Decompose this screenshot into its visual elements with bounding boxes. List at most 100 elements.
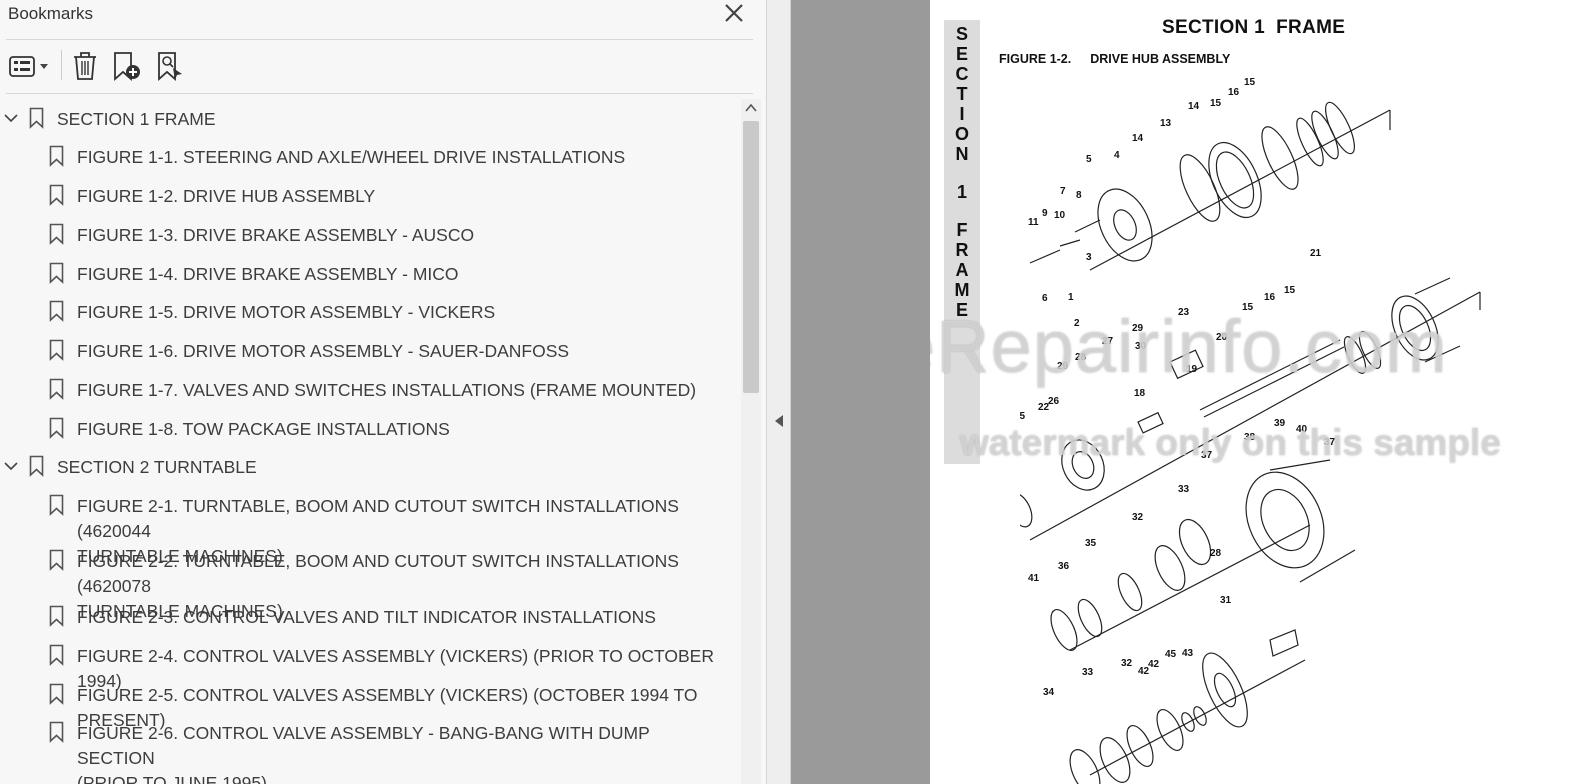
callout-label: 28: [1210, 548, 1222, 559]
callout-label: 37: [1324, 437, 1336, 448]
callout-label: 23: [1178, 307, 1190, 318]
callout-label: 37: [1201, 450, 1213, 461]
bookmark-label: SECTION 1 FRAME: [57, 109, 216, 129]
delete-bookmark-button[interactable]: [71, 50, 99, 82]
figure-caption: FIGURE 1-2. DRIVE HUB ASSEMBLY: [999, 52, 1230, 66]
callout-label: 9: [1042, 208, 1048, 219]
bookmark-icon: [49, 549, 64, 571]
chevron-down-icon[interactable]: [3, 109, 19, 127]
bookmarks-scrollbar[interactable]: [741, 99, 761, 784]
bookmark-icon: [49, 417, 64, 439]
bookmarks-toolbar: [0, 44, 767, 88]
callout-label: 15: [1242, 302, 1254, 313]
callout-label: 10: [1054, 210, 1066, 221]
callout-label: 35: [1085, 538, 1097, 549]
new-bookmark-icon: [114, 52, 140, 81]
callout-label: 5: [1086, 154, 1092, 165]
side-tab-letter: O: [954, 124, 969, 144]
callout-label: 30: [1135, 341, 1147, 352]
callout-label: 20: [1216, 332, 1228, 343]
callout-label: 21: [1310, 248, 1322, 259]
bookmark-icon: [49, 184, 64, 206]
section-side-tab: S E C T I O N 1 F R A M E: [944, 20, 980, 464]
callout-label: 1: [1068, 292, 1074, 303]
side-tab-letter: 1: [956, 182, 967, 202]
divider: [6, 39, 753, 40]
section-heading: SECTION 1 FRAME: [1162, 17, 1346, 38]
callout-label: 3: [1086, 252, 1092, 263]
callout-label: 11: [1028, 217, 1039, 228]
callout-label: 15: [1244, 77, 1256, 88]
callout-label: 38: [1244, 432, 1256, 443]
bookmark-label: FIGURE 2-6. CONTROL VALVE ASSEMBLY - BAN…: [77, 723, 650, 784]
bookmark-label: SECTION 2 TURNTABLE: [57, 457, 257, 477]
bookmark-label: FIGURE 1-3. DRIVE BRAKE ASSEMBLY - AUSCO: [77, 225, 475, 245]
callout-label: 42: [1148, 659, 1160, 670]
bookmark-icon: [29, 455, 44, 477]
bookmark-tree: SECTION 1 FRAME FIGURE 1-1. STEERING AND…: [0, 99, 741, 784]
side-tab-letter: A: [955, 260, 969, 280]
bookmark-icon: [49, 300, 64, 322]
new-bookmark-button[interactable]: [111, 50, 143, 82]
divider: [6, 93, 753, 94]
options-menu-button[interactable]: [8, 50, 52, 82]
callout-label: 40: [1296, 424, 1308, 435]
scroll-up-icon[interactable]: [745, 103, 757, 113]
panel-title: Bookmarks: [8, 4, 94, 23]
panel-splitter[interactable]: [767, 0, 791, 784]
callout-label: 7: [1060, 186, 1066, 197]
collapse-left-icon[interactable]: [774, 414, 784, 428]
bookmark-icon: [49, 683, 64, 705]
bookmark-label: FIGURE 1-6. DRIVE MOTOR ASSEMBLY - SAUER…: [77, 341, 570, 361]
side-tab-letter: C: [955, 64, 969, 84]
find-bookmark-button[interactable]: [155, 50, 187, 82]
callout-label: 18: [1134, 388, 1146, 399]
callout-label: 13: [1160, 118, 1172, 129]
trash-icon: [74, 52, 96, 80]
callout-label: 39: [1274, 418, 1286, 429]
toolbar-separator: [61, 50, 62, 80]
callout-label: 34: [1043, 687, 1055, 698]
side-tab-letter: E: [955, 300, 968, 320]
side-tab-letter: N: [955, 144, 969, 164]
figure-number: FIGURE 1-2.: [999, 52, 1072, 66]
find-bookmark-icon: [158, 52, 182, 81]
side-tab-letter: S: [955, 24, 968, 44]
side-tab-letter: T: [956, 84, 968, 104]
document-page: S E C T I O N 1 F R A M E SECTION 1 FRAM…: [930, 0, 1581, 784]
callout-label: 14: [1188, 101, 1200, 112]
callout-label: 33: [1082, 667, 1094, 678]
list-options-icon: [9, 56, 48, 77]
callout-label: 31: [1220, 595, 1232, 606]
callout-label: 4: [1114, 150, 1120, 161]
side-tab-letter: F: [956, 220, 968, 240]
callout-label: 15: [1210, 98, 1222, 109]
chevron-down-icon[interactable]: [3, 457, 19, 475]
document-background: [791, 0, 930, 784]
scrollbar-thumb[interactable]: [743, 121, 759, 393]
bookmark-icon: [49, 605, 64, 627]
callout-label: 41: [1028, 573, 1040, 584]
bookmark-icon: [49, 339, 64, 361]
callout-label: 15: [1284, 285, 1296, 296]
bookmark-label: FIGURE 1-8. TOW PACKAGE INSTALLATIONS: [77, 419, 450, 439]
bookmark-icon: [49, 378, 64, 400]
bookmarks-panel: Bookmarks SECTION 1 FRAME FIGURE 1-1. ST…: [0, 0, 767, 784]
callout-label: 33: [1178, 484, 1190, 495]
callout-label: 25: [1020, 411, 1026, 422]
bookmark-icon: [49, 721, 64, 743]
callout-label: 43: [1182, 648, 1194, 659]
bookmark-icon: [49, 262, 64, 284]
bookmark-label: FIGURE 1-2. DRIVE HUB ASSEMBLY: [77, 186, 376, 206]
callout-label: 8: [1076, 190, 1082, 201]
bookmark-label: FIGURE 1-1. STEERING AND AXLE/WHEEL DRIV…: [77, 147, 626, 167]
callout-label: 28: [1075, 352, 1087, 363]
side-tab-letter: I: [959, 104, 965, 124]
callout-label: 26: [1048, 396, 1060, 407]
side-tab-letter: E: [955, 44, 968, 64]
bookmark-label: FIGURE 1-5. DRIVE MOTOR ASSEMBLY - VICKE…: [77, 302, 496, 322]
callout-label: 16: [1228, 87, 1240, 98]
close-icon[interactable]: [723, 2, 745, 24]
bookmark-icon: [29, 107, 44, 129]
callout-label: 27: [1102, 336, 1114, 347]
